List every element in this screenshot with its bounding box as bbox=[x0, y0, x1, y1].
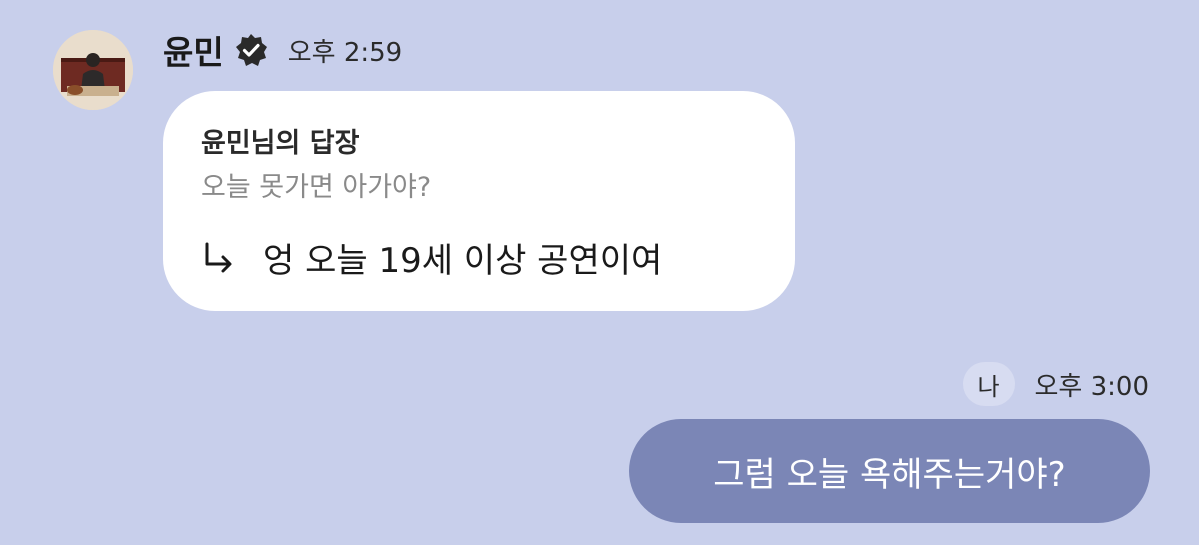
sender-name[interactable]: 윤민 bbox=[163, 26, 224, 74]
outgoing-timestamp: 오후 3:00 bbox=[1034, 371, 1150, 402]
reply-arrow-icon bbox=[201, 240, 237, 276]
outgoing-meta-row: 나 오후 3:00 bbox=[962, 362, 1150, 406]
outgoing-message-bubble[interactable]: 그럼 오늘 욕해주는거야? bbox=[629, 419, 1150, 523]
reply-header: 윤민님의 답장 bbox=[201, 128, 360, 159]
reply-message-row: 엉 오늘 19세 이상 공연이여 bbox=[201, 233, 662, 282]
outgoing-message-text: 그럼 오늘 욕해주는거야? bbox=[713, 454, 1066, 495]
me-badge: 나 bbox=[962, 362, 1015, 406]
incoming-reply-bubble[interactable]: 윤민님의 답장 오늘 못가면 아가야? 엉 오늘 19세 이상 공연이여 bbox=[163, 91, 795, 311]
reply-message-text: 엉 오늘 19세 이상 공연이여 bbox=[263, 241, 663, 281]
incoming-timestamp: 오후 2:59 bbox=[287, 37, 403, 68]
quoted-message[interactable]: 오늘 못가면 아가야? bbox=[201, 165, 431, 204]
verified-badge-icon bbox=[234, 33, 268, 67]
sender-avatar[interactable] bbox=[53, 30, 133, 110]
sender-row: 윤민 오후 2:59 bbox=[163, 26, 402, 74]
avatar-photo bbox=[53, 30, 133, 110]
